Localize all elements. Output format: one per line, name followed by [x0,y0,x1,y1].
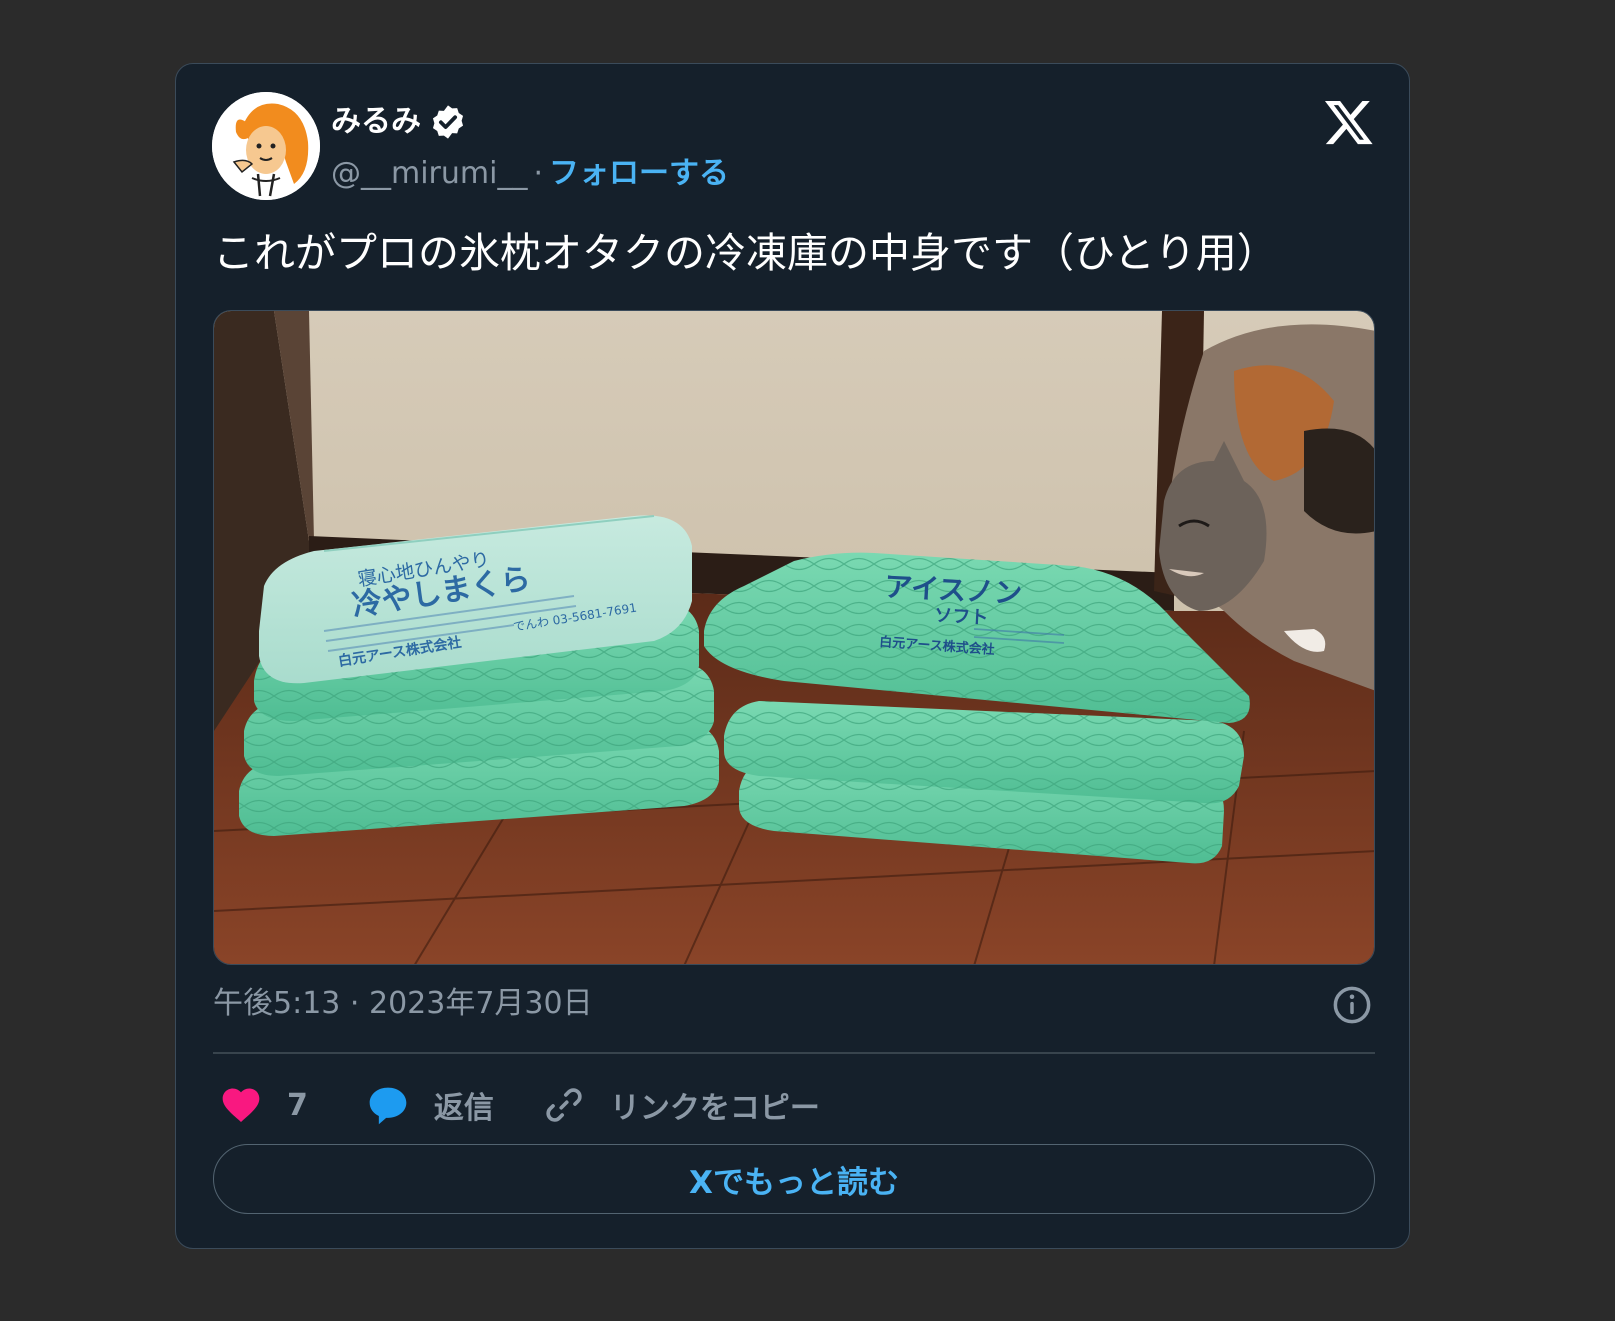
tweet-embed-card: みるみ @__mirumi__ · フォローする これがプロの氷枕オタクの冷凍庫の中… [175,63,1410,1249]
right-pillow-subtext: ソフト [934,605,989,629]
reply-label: 返信 [433,1091,494,1126]
copy-link-label: リンクをコピー [609,1091,820,1126]
read-more-label: Xでもっと読む [689,1164,899,1201]
author-handle[interactable]: @__mirumi__ [331,156,527,191]
author-display-name[interactable]: みるみ [331,102,421,142]
tweet-timestamp[interactable]: 午後5:13 · 2023年7月30日 [213,982,593,1026]
reply-button[interactable]: 返信 [366,1083,494,1127]
heart-icon [222,1088,260,1123]
like-button[interactable]: 7 [219,1083,308,1127]
like-count: 7 [287,1087,308,1123]
tweet-actions: 7 返信 リンクをコピー [213,1072,820,1138]
tweet-photo[interactable]: 寝心地ひんやり 冷やしまくら 白元アース株式会社 でんわ 03-5681-769… [213,310,1375,965]
tweet-text: これがプロの氷枕オタクの冷凍庫の中身です（ひとり用） [213,229,1278,277]
follow-button[interactable]: フォローする [549,156,729,191]
copy-link-button[interactable]: リンクをコピー [542,1083,820,1127]
separator-dot: · [533,156,544,191]
author-name-row[interactable]: みるみ [331,102,467,142]
avatar[interactable] [212,92,320,200]
read-more-button[interactable]: Xでもっと読む [213,1144,1375,1214]
info-icon[interactable] [1331,984,1373,1026]
divider [213,1052,1375,1054]
x-logo-icon[interactable] [1323,96,1375,148]
verified-badge-icon [432,105,464,139]
link-icon [546,1088,582,1122]
speech-bubble-icon [369,1087,407,1125]
author-handle-row: @__mirumi__ · フォローする [331,154,729,194]
